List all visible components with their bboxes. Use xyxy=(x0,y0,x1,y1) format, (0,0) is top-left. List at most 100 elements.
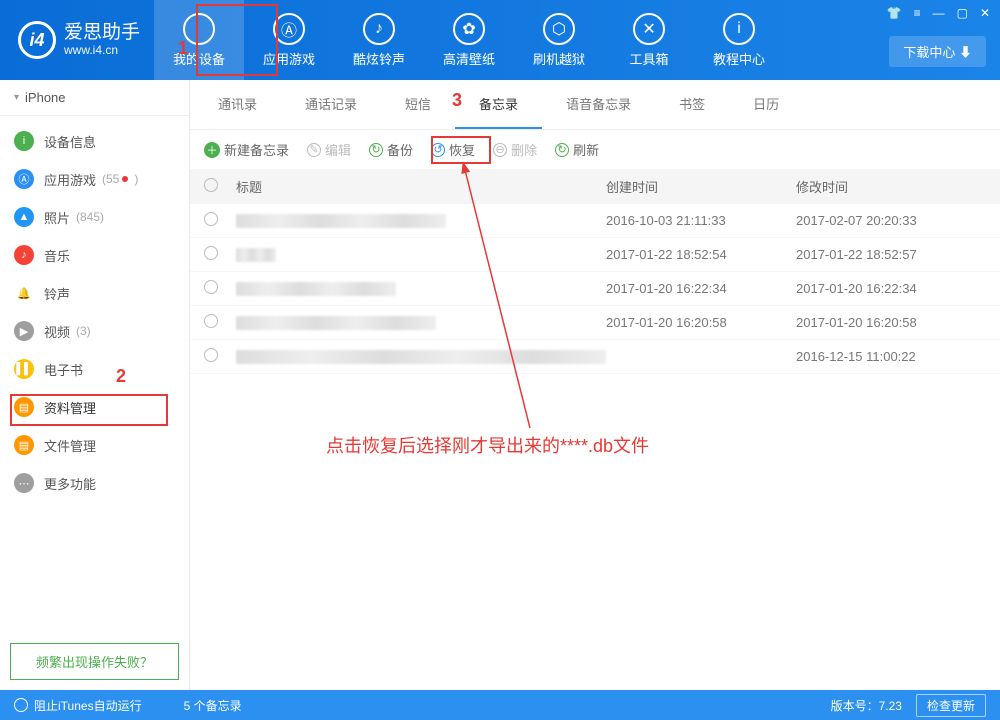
sidebar-item-9[interactable]: ⋯ 更多功能 xyxy=(0,464,189,502)
sidebar-item-1[interactable]: Ⓐ应用游戏(55) xyxy=(0,160,189,198)
row-checkbox[interactable] xyxy=(204,314,230,331)
nav-icon-1: Ⓐ xyxy=(273,13,305,45)
sidebar-item-5[interactable]: ▶视频(3) xyxy=(0,312,189,350)
sidebar-icon: ⋯ xyxy=(14,473,34,493)
nav-icon-5: ✕ xyxy=(633,13,665,45)
app-url: www.i4.cn xyxy=(64,44,140,57)
row-created: 2017-01-20 16:22:34 xyxy=(606,281,796,296)
sidebar-item-label: 设备信息 xyxy=(44,132,96,151)
nav-item-3[interactable]: ✿高清壁纸 xyxy=(424,0,514,80)
nav-item-5[interactable]: ✕工具箱 xyxy=(604,0,694,80)
sidebar-item-0[interactable]: i 设备信息 xyxy=(0,122,189,160)
subtab-2[interactable]: 短信 xyxy=(381,80,455,129)
check-update-button[interactable]: 检查更新 xyxy=(916,694,986,717)
subtab-6[interactable]: 日历 xyxy=(729,80,803,129)
refresh-button[interactable]: ↻刷新 xyxy=(555,140,599,159)
sidebar-icon: ♪ xyxy=(14,245,34,265)
sidebar-item-label: 更多功能 xyxy=(44,474,96,493)
row-checkbox[interactable] xyxy=(204,280,230,297)
table-body: 2016-10-03 21:11:33 2017-02-07 20:20:33 … xyxy=(190,204,1000,690)
nav-label: 酷炫铃声 xyxy=(353,49,405,68)
sidebar-item-label: 照片 xyxy=(44,208,70,227)
sidebar-item-4[interactable]: 🔔 铃声 xyxy=(0,274,189,312)
backup-button[interactable]: ↻备份 xyxy=(369,140,413,159)
sidebar-item-label: 资料管理 xyxy=(44,398,96,417)
maximize-icon[interactable]: ▢ xyxy=(957,6,968,20)
device-selector[interactable]: iPhone xyxy=(0,80,189,116)
sub-tabs: 通讯录通话记录短信备忘录语音备忘录书签日历 xyxy=(190,80,1000,130)
nav-item-0[interactable]: 我的设备 xyxy=(154,0,244,80)
sidebar-item-label: 文件管理 xyxy=(44,436,96,455)
edit-button[interactable]: ✎编辑 xyxy=(307,140,351,159)
table-row[interactable]: 2017-01-22 18:52:54 2017-01-22 18:52:57 xyxy=(190,238,1000,272)
sidebar-icon: i xyxy=(14,131,34,151)
row-modified: 2017-01-20 16:20:58 xyxy=(796,315,986,330)
sidebar-item-7[interactable]: ▤ 资料管理 xyxy=(0,388,189,426)
row-checkbox[interactable] xyxy=(204,348,230,365)
table-row[interactable]: 2016-12-15 11:00:22 xyxy=(190,340,1000,374)
menu-icon[interactable]: ≡ xyxy=(914,6,921,20)
sidebar-item-8[interactable]: ▤ 文件管理 xyxy=(0,426,189,464)
header: i4 爱思助手 www.i4.cn 我的设备 Ⓐ应用游戏 ♪ 酷炫铃声 ✿高清壁纸⬡刷机… xyxy=(0,0,1000,80)
nav-item-2[interactable]: ♪ 酷炫铃声 xyxy=(334,0,424,80)
sidebar-item-2[interactable]: ▲照片(845) xyxy=(0,198,189,236)
delete-button[interactable]: ⊖删除 xyxy=(493,140,537,159)
table-row[interactable]: 2016-10-03 21:11:33 2017-02-07 20:20:33 xyxy=(190,204,1000,238)
subtab-5[interactable]: 书签 xyxy=(655,80,729,129)
download-center-button[interactable]: 下载中心 ⬇ xyxy=(889,36,986,67)
sidebar-icon: Ⓐ xyxy=(14,169,34,189)
close-icon[interactable]: ✕ xyxy=(980,6,990,20)
window-controls: 👕 ≡ — ▢ ✕ xyxy=(887,6,990,20)
nav-label: 刷机越狱 xyxy=(533,49,585,68)
nav-item-1[interactable]: Ⓐ应用游戏 xyxy=(244,0,334,80)
col-title[interactable]: 标题 xyxy=(230,177,606,196)
sidebar-icon: ▲ xyxy=(14,207,34,227)
nav-icon-0 xyxy=(183,13,215,45)
subtab-3[interactable]: 备忘录 xyxy=(455,80,542,129)
sidebar-icon: 🔔 xyxy=(14,283,34,303)
table-header: 标题 创建时间 修改时间 xyxy=(190,169,1000,204)
faq-button[interactable]: 频繁出现操作失败？ xyxy=(10,643,179,680)
sidebar-icon: ▤ xyxy=(14,397,34,417)
sidebar-item-label: 电子书 xyxy=(44,360,83,379)
nav-item-6[interactable]: i教程中心 xyxy=(694,0,784,80)
row-title-blurred xyxy=(236,282,396,296)
subtab-1[interactable]: 通话记录 xyxy=(281,80,381,129)
minimize-icon[interactable]: — xyxy=(933,6,945,20)
sidebar-item-label: 铃声 xyxy=(44,284,70,303)
nav-label: 我的设备 xyxy=(173,49,225,68)
select-all-checkbox[interactable] xyxy=(204,178,230,195)
sidebar-icon: ▤ xyxy=(14,435,34,455)
row-checkbox[interactable] xyxy=(204,212,230,229)
col-created[interactable]: 创建时间 xyxy=(606,177,796,196)
itunes-toggle-icon[interactable] xyxy=(14,698,28,712)
sidebar-item-label: 视频 xyxy=(44,322,70,341)
row-checkbox[interactable] xyxy=(204,246,230,263)
nav-icon-2: ♪ xyxy=(363,13,395,45)
sidebar-item-6[interactable]: ▌▌电子书 xyxy=(0,350,189,388)
logo-icon: i4 xyxy=(18,21,56,59)
nav-item-4[interactable]: ⬡刷机越狱 xyxy=(514,0,604,80)
top-nav: 我的设备 Ⓐ应用游戏 ♪ 酷炫铃声 ✿高清壁纸⬡刷机越狱✕工具箱i教程中心 xyxy=(154,0,1000,80)
row-title-blurred xyxy=(236,350,606,364)
row-created: 2016-10-03 21:11:33 xyxy=(606,213,796,228)
app-name: 爱思助手 xyxy=(64,23,140,44)
status-bar: 阻止iTunes自动运行 5 个备忘录 版本号：7.23 检查更新 xyxy=(0,690,1000,720)
row-modified: 2017-01-22 18:52:57 xyxy=(796,247,986,262)
subtab-0[interactable]: 通讯录 xyxy=(194,80,281,129)
table-row[interactable]: 2017-01-20 16:20:58 2017-01-20 16:20:58 xyxy=(190,306,1000,340)
row-title-blurred xyxy=(236,248,276,262)
row-title-blurred xyxy=(236,214,446,228)
new-note-button[interactable]: ＋新建备忘录 xyxy=(204,140,289,159)
restore-button[interactable]: ↺恢复 xyxy=(431,140,475,159)
col-modified[interactable]: 修改时间 xyxy=(796,177,986,196)
skin-icon[interactable]: 👕 xyxy=(887,6,902,20)
nav-label: 教程中心 xyxy=(713,49,765,68)
row-modified: 2016-12-15 11:00:22 xyxy=(796,349,986,364)
sidebar-item-3[interactable]: ♪音乐 xyxy=(0,236,189,274)
row-modified: 2017-02-07 20:20:33 xyxy=(796,213,986,228)
table-row[interactable]: 2017-01-20 16:22:34 2017-01-20 16:22:34 xyxy=(190,272,1000,306)
itunes-toggle-label[interactable]: 阻止iTunes自动运行 xyxy=(34,697,142,714)
subtab-4[interactable]: 语音备忘录 xyxy=(542,80,655,129)
main-panel: 通讯录通话记录短信备忘录语音备忘录书签日历 ＋新建备忘录 ✎编辑 ↻备份 ↺恢复… xyxy=(190,80,1000,690)
